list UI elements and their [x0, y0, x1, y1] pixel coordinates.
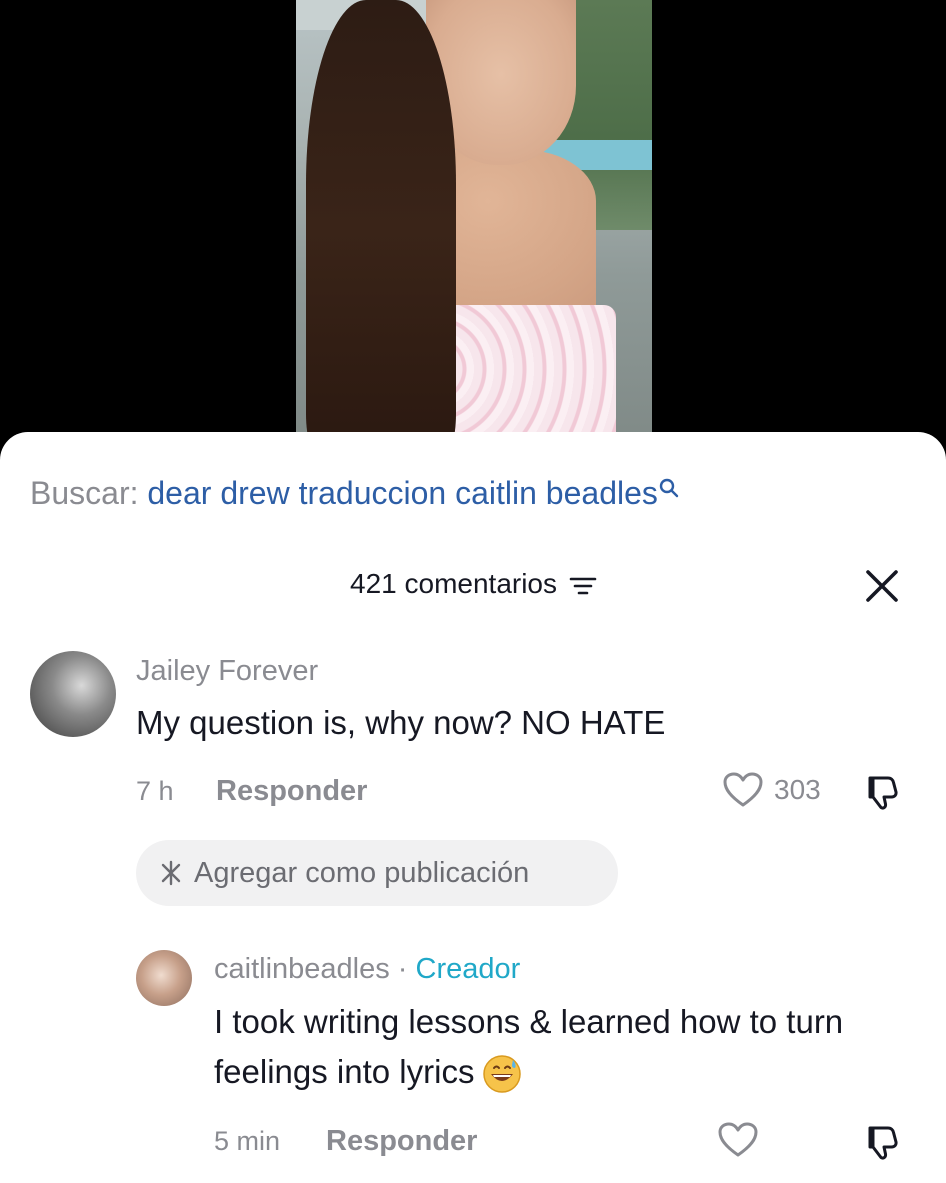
- sparkle-icon: [161, 860, 181, 886]
- heart-icon[interactable]: [717, 1121, 759, 1159]
- close-icon[interactable]: [862, 566, 902, 606]
- comment-text: My question is, why now? NO HATE: [136, 704, 666, 741]
- search-icon[interactable]: [658, 477, 680, 499]
- like-button[interactable]: 303: [722, 771, 821, 809]
- separator: ·: [397, 953, 408, 985]
- reply-button[interactable]: Responder: [216, 774, 367, 808]
- creator-badge: Creador: [415, 953, 521, 985]
- comment-timestamp: 5 min: [214, 1126, 281, 1156]
- avatar[interactable]: [30, 651, 116, 737]
- filter-icon[interactable]: [569, 574, 597, 598]
- comments-count-header[interactable]: 421 comentarios: [350, 566, 597, 602]
- video-player[interactable]: [0, 0, 946, 460]
- add-as-post-button[interactable]: Agregar como publicación: [136, 840, 618, 906]
- reply-username-line: caitlinbeadles · Creador: [214, 951, 520, 987]
- reply-button[interactable]: Responder: [326, 1124, 477, 1158]
- dislike-icon[interactable]: [862, 1122, 902, 1162]
- search-query-link[interactable]: dear drew traduccion caitlin beadles: [147, 475, 658, 511]
- comment-timestamp: 7 h: [136, 776, 174, 806]
- comment-username[interactable]: Jailey Forever: [136, 653, 318, 689]
- comments-count: 421 comentarios: [350, 568, 558, 599]
- comment-text: I took writing lessons & learned how to …: [214, 997, 904, 1097]
- add-as-post-label: Agregar como publicación: [194, 856, 530, 889]
- comment-username[interactable]: caitlinbeadles: [214, 953, 390, 985]
- avatar[interactable]: [136, 950, 192, 1006]
- dislike-icon[interactable]: [862, 772, 902, 812]
- like-count: 303: [774, 774, 821, 805]
- grinning-sweat-emoji-icon: [483, 1055, 522, 1094]
- video-person-hair: [306, 0, 456, 460]
- search-suggestion[interactable]: Buscar: dear drew traduccion caitlin bea…: [30, 473, 680, 513]
- search-prefix: Buscar:: [30, 475, 139, 511]
- comment-text-body: I took writing lessons & learned how to …: [214, 1003, 844, 1090]
- heart-icon[interactable]: [722, 771, 764, 809]
- video-frame[interactable]: [296, 0, 652, 460]
